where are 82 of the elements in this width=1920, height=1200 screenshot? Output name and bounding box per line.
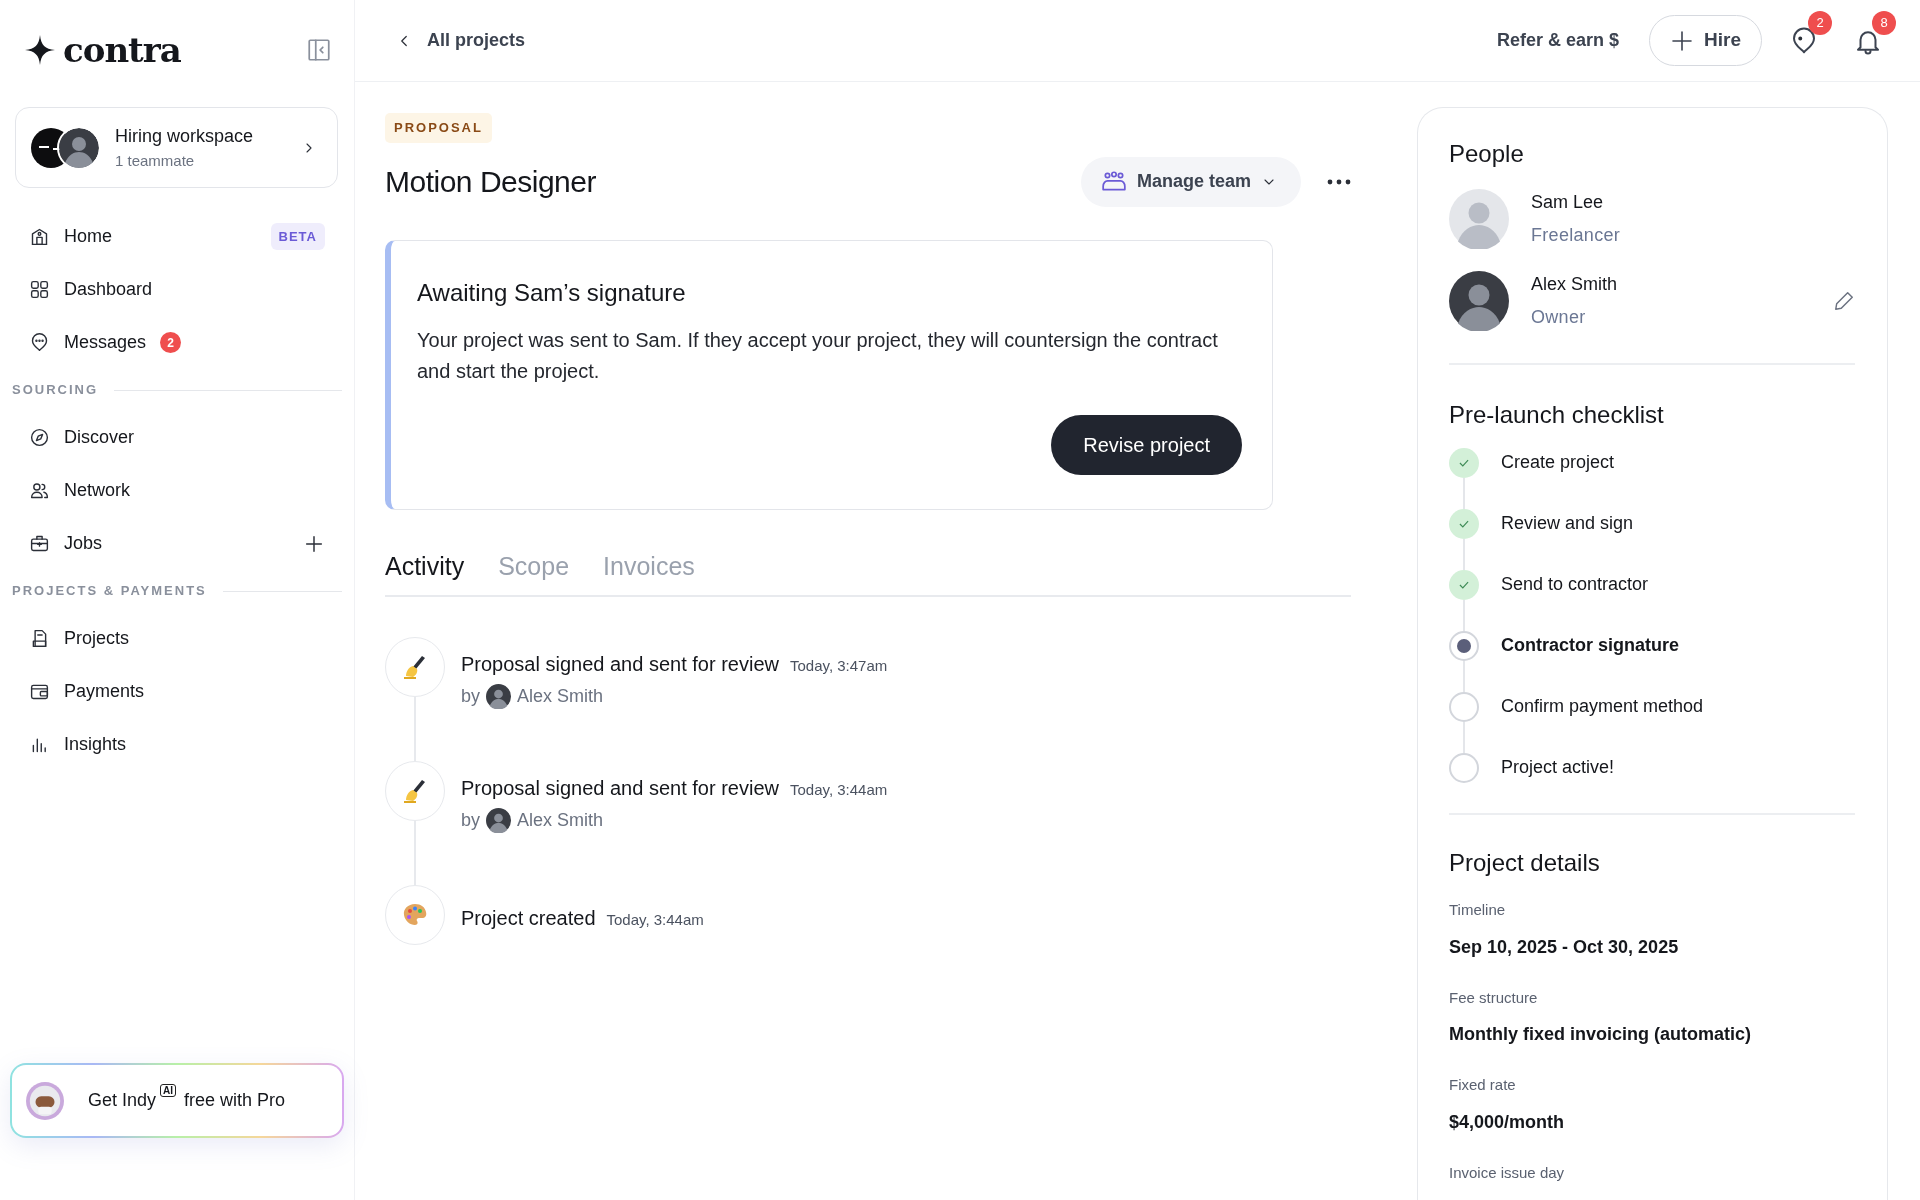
section-title: Pre-launch checklist	[1449, 400, 1665, 430]
count-badge: 2	[1808, 10, 1832, 35]
activity-title: Proposal signed and sent for review	[461, 652, 779, 677]
hire-button[interactable]: Hire	[1649, 15, 1762, 66]
nav-item[interactable]: Jobs	[12, 517, 342, 570]
activity-time: Today, 3:44am	[789, 780, 888, 800]
collapse-sidebar-icon[interactable]	[306, 37, 332, 63]
promo-text: Get Indy $^{AI}$ free with Pro	[88, 1087, 286, 1112]
checklist-item: Create project	[1501, 451, 1615, 475]
beta-badge: BETA	[270, 222, 325, 251]
avatar	[486, 684, 511, 709]
section-title: Project details	[1449, 848, 1601, 878]
refer-link[interactable]: Refer & earn $	[1496, 27, 1620, 54]
revise-project-button[interactable]: Revise project	[1051, 414, 1242, 475]
activity-time: Today, 3:44am	[606, 910, 704, 930]
more-options-icon[interactable]	[1327, 178, 1351, 185]
star-logo-icon	[25, 35, 55, 65]
nav-item[interactable]: Dashboard	[12, 263, 342, 316]
briefcase-icon	[29, 533, 50, 554]
section-heading: SOURCING	[12, 381, 99, 400]
field-label: Timeline	[1449, 900, 1507, 921]
nav-item[interactable]: Insights	[12, 718, 342, 771]
people-icon	[29, 480, 50, 501]
workspace-card[interactable]: Hiring workspace 1 teammate	[15, 107, 338, 188]
nav-item[interactable]: Discover	[12, 411, 342, 464]
nav-item[interactable]: Messages 2	[12, 316, 342, 369]
count-badge: 8	[1872, 10, 1896, 35]
checkmark-icon	[1449, 508, 1479, 539]
teammate-count: 1 teammate	[115, 150, 196, 171]
avatar	[486, 808, 511, 833]
person-name: Alex Smith	[1531, 272, 1618, 296]
manage-team-button[interactable]: Manage team	[1080, 156, 1301, 207]
notice-title: Awaiting Sam’s signature	[417, 277, 687, 308]
avatar	[1449, 270, 1509, 331]
activity-title: Project created	[461, 906, 596, 931]
person-role: Owner	[1531, 305, 1587, 329]
section-title: People	[1449, 140, 1525, 169]
empty-circle-icon	[1449, 691, 1479, 722]
checkmark-icon	[1449, 569, 1479, 600]
checklist-item: Send to contractor	[1501, 573, 1649, 597]
activity-time: Today, 3:47am	[789, 656, 888, 676]
brand-name: contra	[63, 33, 181, 67]
person-role: Freelancer	[1531, 223, 1621, 247]
nav-item[interactable]: Network	[12, 464, 342, 517]
nav-item[interactable]: Home BETA	[12, 210, 342, 263]
checklist-item: Project active!	[1501, 756, 1615, 780]
empty-circle-icon	[1449, 752, 1479, 783]
promo-banner[interactable]: Get Indy $^{AI}$ free with Pro	[10, 1063, 344, 1138]
field-label: Fee structure	[1449, 987, 1539, 1008]
avatar	[59, 127, 99, 168]
field-value: Sep 10, 2025 - Oct 30, 2025	[1449, 935, 1680, 959]
tab[interactable]: Activity	[385, 547, 465, 595]
plus-icon	[1670, 28, 1695, 53]
compass-icon	[29, 427, 50, 448]
workspace-name: Hiring workspace	[115, 124, 254, 148]
checklist-item: Review and sign	[1501, 512, 1634, 536]
by-label: by	[461, 685, 480, 708]
status-tag: PROPOSAL	[385, 113, 492, 143]
nav-item[interactable]: Payments	[12, 665, 342, 718]
section-heading: PROJECTS & PAYMENTS	[12, 582, 207, 601]
checklist-item: Contractor signature	[1501, 634, 1680, 658]
checkmark-icon	[1449, 447, 1479, 478]
checklist-item: Confirm payment method	[1501, 695, 1704, 719]
field-label: Invoice issue day	[1449, 1162, 1566, 1183]
notice-text: Your project was sent to Sam. If they accept your project, they will countersign the contract and start the project.	[417, 327, 1219, 384]
pencil-icon[interactable]	[1833, 289, 1855, 312]
field-value: $4,000/month	[1449, 1110, 1566, 1134]
back-link[interactable]: All projects	[395, 27, 526, 54]
field-label: Fixed rate	[1449, 1075, 1517, 1096]
avatar	[1449, 188, 1509, 249]
nav-item[interactable]: Projects	[12, 612, 342, 665]
by-label: by	[461, 809, 480, 832]
activity-title: Proposal signed and sent for review	[461, 776, 779, 801]
field-value: Monthly fixed invoicing (automatic)	[1449, 1023, 1752, 1047]
project-title: Motion Designer	[385, 163, 596, 200]
person-name: Sam Lee	[1531, 190, 1605, 214]
author-name: Alex Smith	[517, 809, 604, 832]
count-badge: 2	[160, 332, 182, 353]
grid-icon	[29, 279, 50, 300]
current-step-icon	[1449, 630, 1479, 661]
author-name: Alex Smith	[517, 685, 604, 708]
house-icon	[29, 226, 50, 247]
